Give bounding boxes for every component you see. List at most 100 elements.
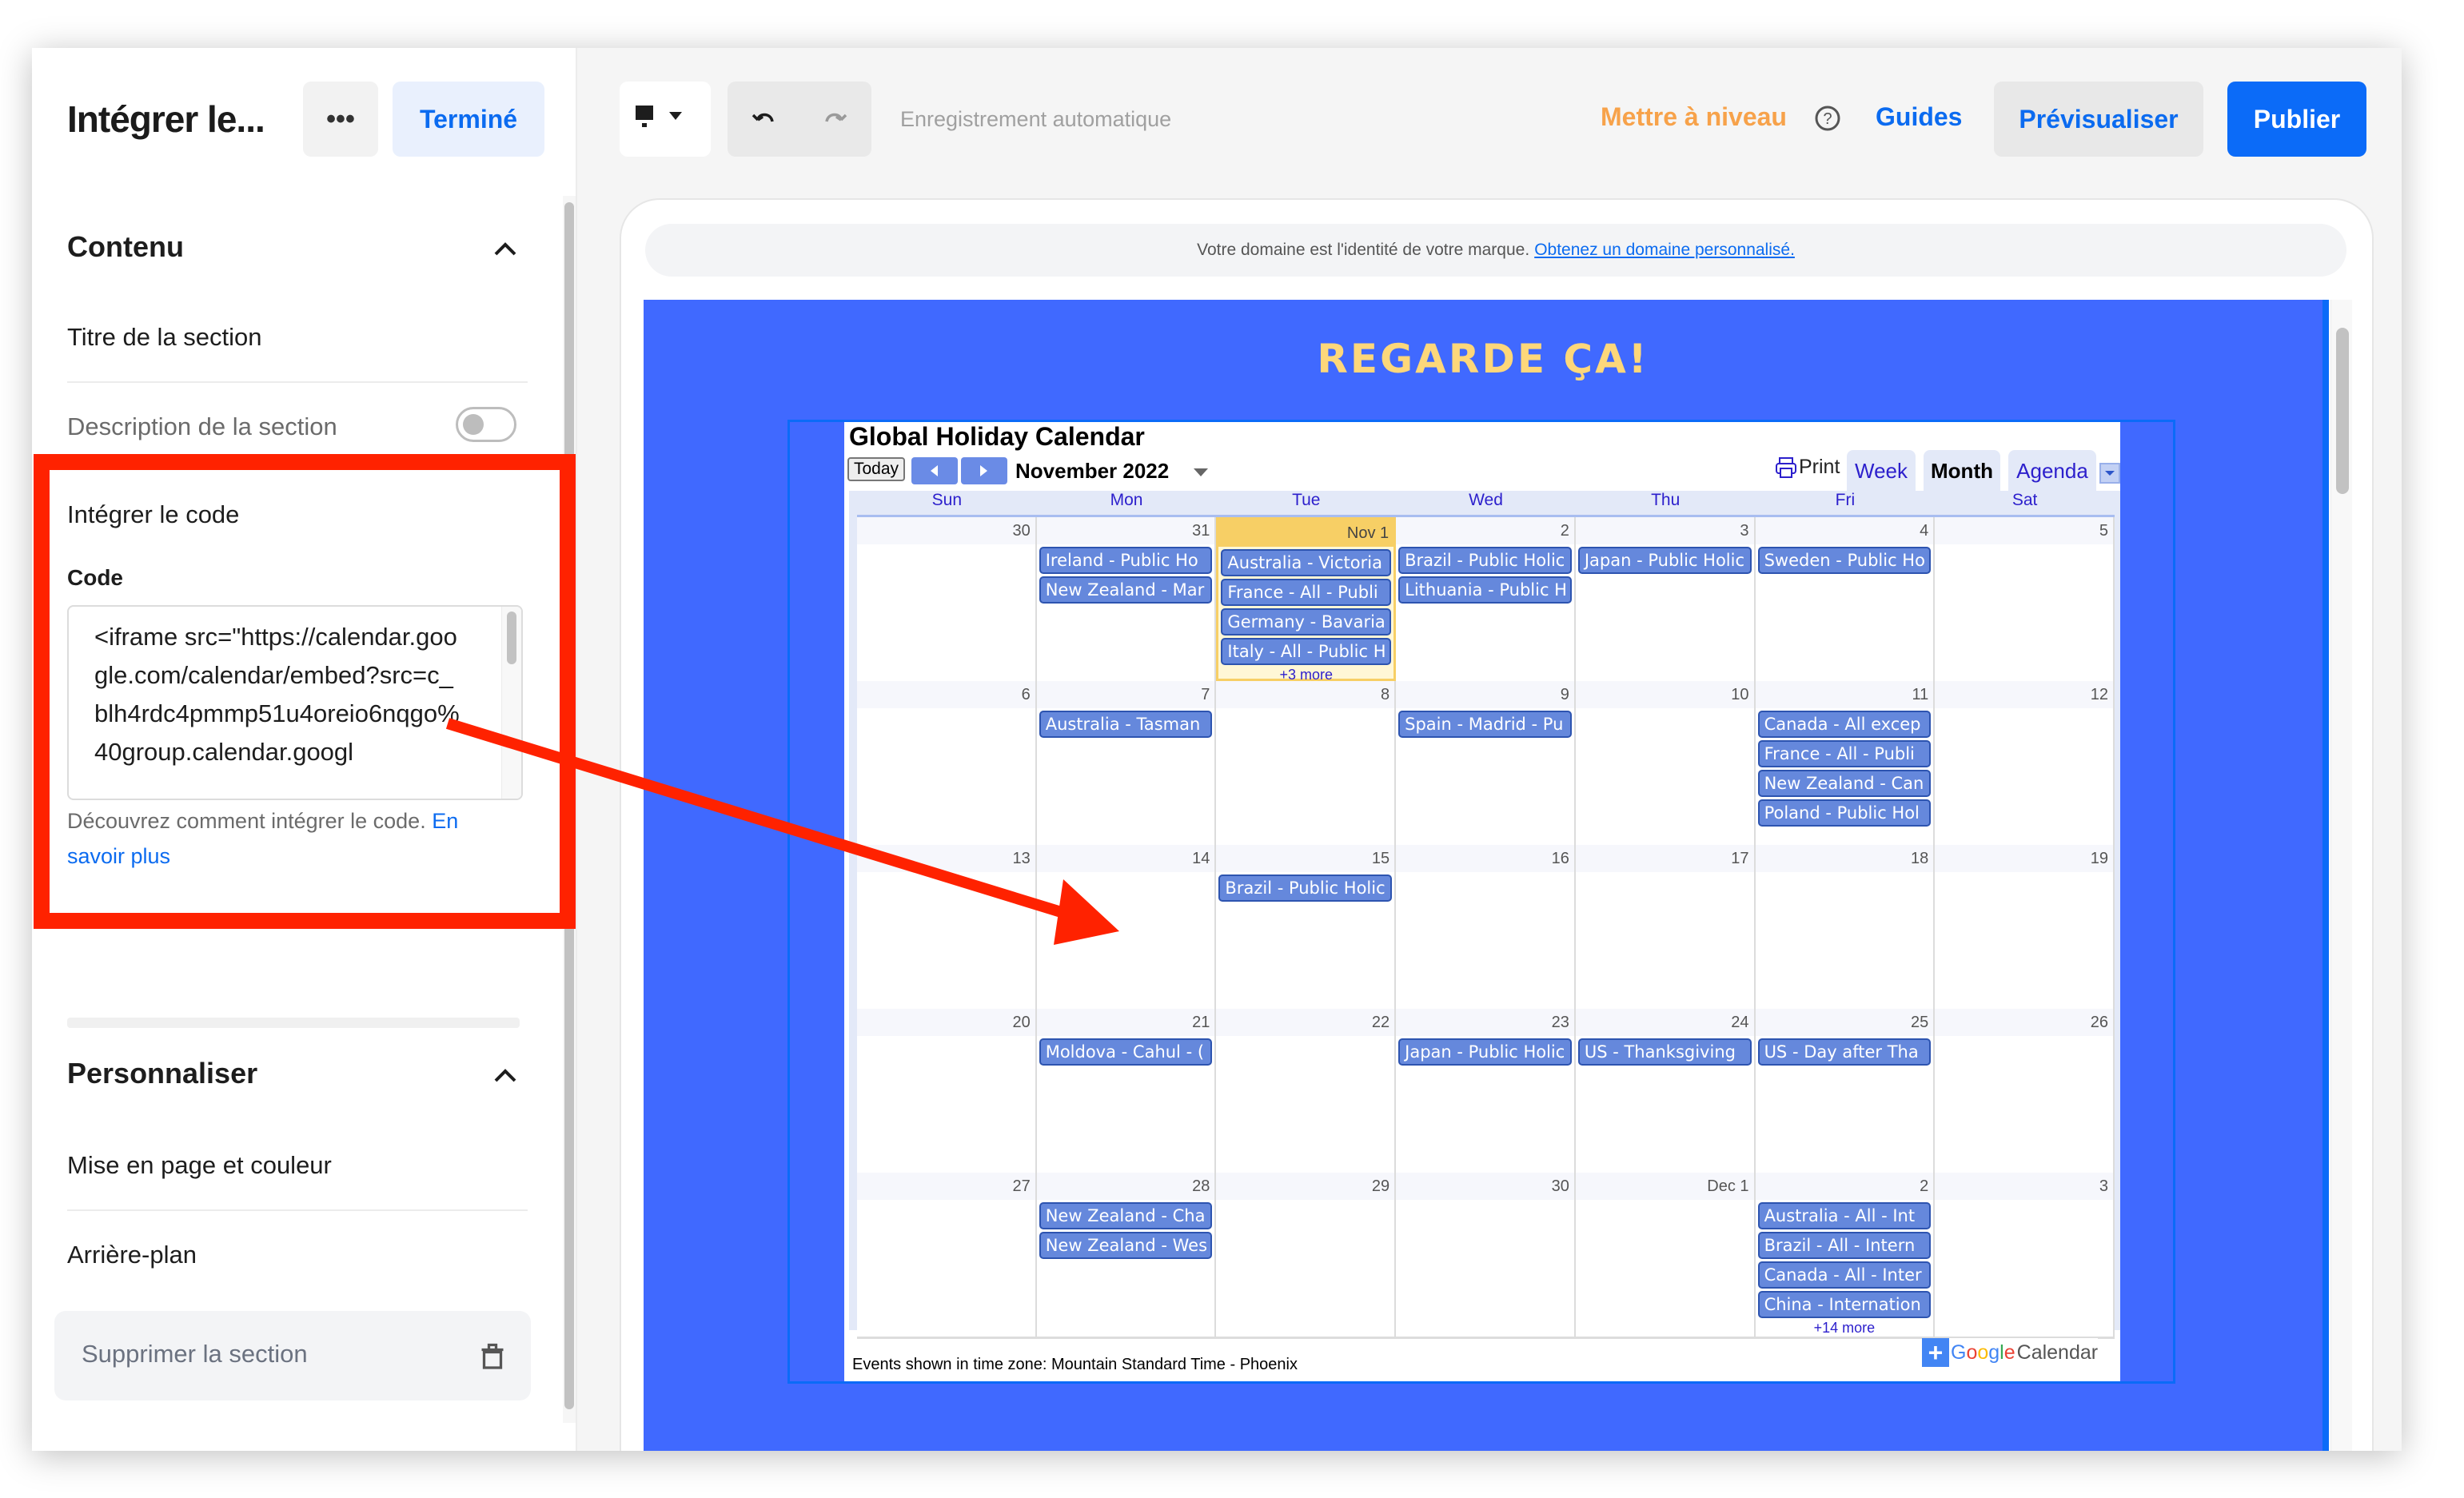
- section-title-item[interactable]: Titre de la section: [67, 323, 262, 352]
- day-number[interactable]: 13: [857, 845, 1035, 872]
- day-number[interactable]: 27: [857, 1173, 1035, 1200]
- chevron-up-icon[interactable]: [489, 1063, 521, 1087]
- calendar-event[interactable]: France - All - Publi: [1757, 740, 1932, 767]
- day-number[interactable]: 29: [1216, 1173, 1395, 1200]
- more-events-link[interactable]: +3 more: [1218, 667, 1393, 683]
- day-cell[interactable]: 3: [1935, 1173, 2115, 1337]
- day-cell[interactable]: 3 Japan - Public Holic: [1575, 517, 1756, 681]
- day-cell[interactable]: 27: [857, 1173, 1037, 1337]
- day-cell[interactable]: 21 Moldova - Cahul - (: [1036, 1009, 1217, 1173]
- calendar-event[interactable]: Australia - All - Int: [1757, 1202, 1932, 1229]
- view-tab-month[interactable]: Month: [1924, 450, 2000, 492]
- content-section-heading[interactable]: Contenu: [67, 230, 184, 264]
- calendar-event[interactable]: Sweden - Public Ho: [1757, 547, 1932, 574]
- calendar-event[interactable]: New Zealand - Mar: [1039, 576, 1213, 604]
- day-cell[interactable]: 31 Ireland - Public Ho New Zealand - Mar: [1036, 517, 1217, 681]
- day-number[interactable]: 10: [1575, 681, 1754, 708]
- day-number[interactable]: 30: [857, 517, 1035, 544]
- day-cell[interactable]: 17: [1575, 845, 1756, 1009]
- day-cell[interactable]: 15 Brazil - Public Holic: [1216, 845, 1397, 1009]
- day-number[interactable]: 25: [1755, 1009, 1934, 1036]
- day-cell[interactable]: 14: [1036, 845, 1217, 1009]
- day-number[interactable]: 26: [1935, 1009, 2113, 1036]
- day-number[interactable]: 6: [857, 681, 1035, 708]
- next-month-button[interactable]: [961, 457, 1007, 484]
- chevron-up-icon[interactable]: [489, 237, 521, 261]
- day-cell[interactable]: 24 US - Thanksgiving: [1575, 1009, 1756, 1173]
- day-cell[interactable]: 8: [1216, 681, 1397, 845]
- day-number[interactable]: 4: [1755, 517, 1934, 544]
- view-tab-week[interactable]: Week: [1847, 450, 1916, 492]
- day-number[interactable]: 21: [1036, 1009, 1215, 1036]
- print-button[interactable]: Print: [1775, 456, 1840, 479]
- day-number[interactable]: 17: [1575, 845, 1754, 872]
- day-number[interactable]: 22: [1216, 1009, 1395, 1036]
- calendar-event[interactable]: Australia - Tasman: [1039, 711, 1213, 738]
- preview-button[interactable]: Prévisualiser: [1994, 82, 2203, 157]
- done-button[interactable]: Terminé: [393, 82, 544, 157]
- day-cell[interactable]: 25 US - Day after Tha: [1755, 1009, 1936, 1173]
- calendar-event[interactable]: Brazil - Public Holic: [1398, 547, 1572, 574]
- calendar-event[interactable]: US - Day after Tha: [1757, 1038, 1932, 1066]
- day-cell[interactable]: Dec 1: [1575, 1173, 1756, 1337]
- calendar-event[interactable]: New Zealand - Can: [1757, 770, 1932, 797]
- upgrade-link[interactable]: Mettre à niveau: [1601, 102, 1787, 132]
- day-cell[interactable]: 22: [1216, 1009, 1397, 1173]
- more-options-button[interactable]: •••: [303, 82, 378, 157]
- customize-section-heading[interactable]: Personnaliser: [67, 1057, 257, 1090]
- calendar-event[interactable]: Italy - All - Public H: [1221, 638, 1392, 665]
- day-cell[interactable]: 30: [857, 517, 1037, 681]
- today-button[interactable]: Today: [847, 457, 905, 481]
- more-events-link[interactable]: +14 more: [1756, 1320, 1934, 1336]
- day-number[interactable]: 24: [1575, 1009, 1754, 1036]
- day-number[interactable]: 31: [1036, 517, 1215, 544]
- calendar-event[interactable]: Lithuania - Public H: [1398, 576, 1572, 604]
- publish-button[interactable]: Publier: [2227, 82, 2366, 157]
- custom-domain-link[interactable]: Obtenez un domaine personnalisé.: [1534, 241, 1795, 260]
- day-cell[interactable]: 16: [1396, 845, 1576, 1009]
- day-number[interactable]: 30: [1396, 1173, 1574, 1200]
- calendar-event[interactable]: Japan - Public Holic: [1577, 547, 1752, 574]
- day-cell-today[interactable]: Nov 1 Australia - Victoria France - All - …: [1216, 517, 1397, 683]
- day-number[interactable]: 14: [1036, 845, 1215, 872]
- day-number[interactable]: 23: [1396, 1009, 1574, 1036]
- canvas-scrollbar[interactable]: [2330, 300, 2352, 1451]
- delete-section-button[interactable]: Supprimer la section: [54, 1311, 531, 1400]
- calendar-event[interactable]: US - Thanksgiving: [1577, 1038, 1752, 1066]
- redo-icon[interactable]: [820, 107, 847, 131]
- day-number[interactable]: 20: [857, 1009, 1035, 1036]
- view-tab-agenda[interactable]: Agenda: [2008, 450, 2096, 492]
- day-number[interactable]: 3: [1935, 1173, 2113, 1200]
- device-selector[interactable]: [620, 82, 711, 157]
- day-number[interactable]: Dec 1: [1575, 1173, 1754, 1200]
- calendar-event[interactable]: China - Internation: [1757, 1291, 1932, 1318]
- calendar-event[interactable]: Ireland - Public Ho: [1039, 547, 1213, 574]
- day-cell[interactable]: 5: [1935, 517, 2115, 681]
- day-cell[interactable]: 7 Australia - Tasman: [1036, 681, 1217, 845]
- day-number[interactable]: 2: [1755, 1173, 1934, 1200]
- calendar-event[interactable]: France - All - Publi: [1221, 579, 1392, 606]
- day-cell[interactable]: 10: [1575, 681, 1756, 845]
- day-number[interactable]: Nov 1: [1218, 520, 1394, 547]
- calendar-event[interactable]: Poland - Public Hol: [1757, 799, 1932, 827]
- calendar-event[interactable]: New Zealand - Wes: [1039, 1232, 1213, 1259]
- day-cell[interactable]: 18: [1755, 845, 1936, 1009]
- calendar-event[interactable]: Moldova - Cahul - (: [1039, 1038, 1213, 1066]
- month-picker-caret-icon[interactable]: [1194, 468, 1208, 476]
- day-cell[interactable]: 29: [1216, 1173, 1397, 1337]
- canvas-scrollbar-thumb[interactable]: [2336, 328, 2349, 494]
- embed-section[interactable]: REGARDE ÇA! Global Holiday Calendar Toda…: [644, 300, 2329, 1451]
- help-circle-icon[interactable]: ?: [1813, 104, 1842, 133]
- calendar-event[interactable]: Germany - Bavaria: [1221, 608, 1392, 635]
- calendar-event[interactable]: Canada - All excep: [1757, 711, 1932, 738]
- day-number[interactable]: 16: [1396, 845, 1574, 872]
- day-cell[interactable]: 13: [857, 845, 1037, 1009]
- day-cell[interactable]: 2 Brazil - Public Holic Lithuania - Public…: [1396, 517, 1576, 681]
- day-number[interactable]: 19: [1935, 845, 2113, 872]
- calendar-event[interactable]: Brazil - All - Intern: [1757, 1232, 1932, 1259]
- day-cell[interactable]: 23 Japan - Public Holic: [1396, 1009, 1576, 1173]
- day-number[interactable]: 8: [1216, 681, 1395, 708]
- day-number[interactable]: 3: [1575, 517, 1754, 544]
- embed-iframe[interactable]: Global Holiday Calendar Today November 2…: [787, 420, 2175, 1384]
- undo-icon[interactable]: [752, 107, 779, 131]
